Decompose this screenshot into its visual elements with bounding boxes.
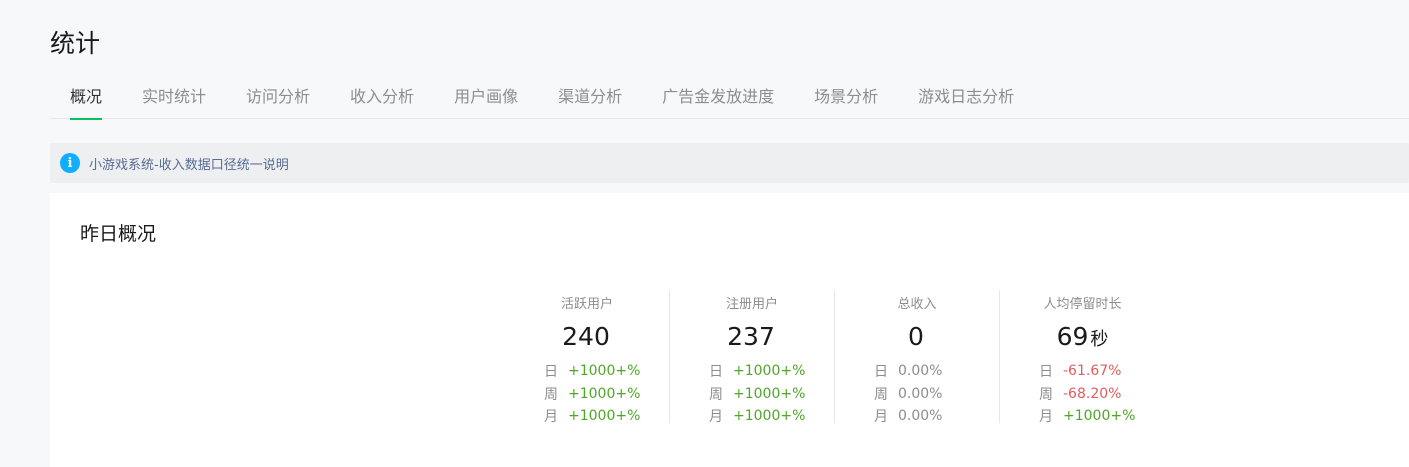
comparison-key: 月: [544, 409, 558, 426]
comparison-row-week: 周 -68.20%: [1000, 383, 1165, 406]
card-title: 昨日概况: [80, 223, 157, 245]
comparison-row-month: 月 +1000+%: [505, 405, 669, 428]
comparison-value: +1000+%: [733, 408, 806, 425]
comparison-value: +1000+%: [568, 363, 641, 380]
comparison-value: 0.00%: [898, 408, 943, 425]
page-title: 统计: [50, 29, 101, 58]
comparison-row-day: 日 +1000+%: [670, 360, 834, 383]
metric-value: 240: [562, 322, 610, 351]
comparison-value: +1000+%: [733, 385, 806, 402]
statistics-page: 统计 概况 实时统计 访问分析 收入分析 用户画像 渠道分析 广告金发放进度 场…: [0, 0, 1409, 467]
tab-overview[interactable]: 概况: [70, 76, 103, 120]
comparison-value: 0.00%: [898, 363, 943, 380]
tab-channel-analysis[interactable]: 渠道分析: [558, 76, 622, 119]
comparison-key: 月: [709, 409, 723, 426]
metric-value: 0: [908, 322, 924, 351]
comparison-row-week: 周 0.00%: [835, 383, 999, 406]
comparison-list: 日 -61.67% 周 -68.20% 月 +1000+%: [1000, 360, 1165, 428]
comparison-key: 周: [709, 386, 723, 403]
comparison-value: 0.00%: [898, 385, 943, 402]
comparison-key: 月: [1039, 409, 1053, 426]
comparison-row-week: 周 +1000+%: [505, 383, 669, 406]
metric-value: 237: [727, 322, 775, 351]
metric-label: 活跃用户: [560, 297, 613, 312]
tab-user-portrait[interactable]: 用户画像: [454, 76, 518, 119]
metric-label: 总收入: [897, 297, 937, 312]
metric-value: 69 秒: [1056, 322, 1109, 351]
comparison-key: 月: [874, 409, 888, 426]
metric-total-revenue: 总收入 0 日 0.00% 周 0.00% 月 0.00%: [835, 290, 1000, 425]
tab-realtime[interactable]: 实时统计: [142, 76, 206, 119]
metric-registered-users: 注册用户 237 日 +1000+% 周 +1000+% 月 +1000+%: [670, 290, 835, 425]
comparison-row-week: 周 +1000+%: [670, 383, 834, 406]
tab-bar: 概况 实时统计 访问分析 收入分析 用户画像 渠道分析 广告金发放进度 场景分析…: [50, 76, 1409, 120]
overview-card: 昨日概况 活跃用户 240 日 +1000+% 周 +1000+% 月 +100…: [50, 193, 1409, 467]
comparison-row-month: 月 +1000+%: [1000, 405, 1165, 428]
info-icon: i: [60, 153, 80, 173]
comparison-key: 日: [1039, 364, 1053, 381]
metrics-row: 活跃用户 240 日 +1000+% 周 +1000+% 月 +1000+% 注…: [505, 290, 1165, 425]
comparison-value: +1000+%: [568, 408, 641, 425]
comparison-value: +1000+%: [1063, 408, 1136, 425]
tab-scene-analysis[interactable]: 场景分析: [814, 76, 878, 119]
comparison-row-day: 日 -61.67%: [1000, 360, 1165, 383]
tab-visit-analysis[interactable]: 访问分析: [246, 76, 310, 119]
comparison-row-month: 月 0.00%: [835, 405, 999, 428]
comparison-value: +1000+%: [568, 385, 641, 402]
notice-bar: i 小游戏系统-收入数据口径统一说明: [50, 143, 1409, 183]
comparison-value: -68.20%: [1063, 385, 1122, 402]
comparison-row-day: 日 +1000+%: [505, 360, 669, 383]
comparison-list: 日 +1000+% 周 +1000+% 月 +1000+%: [505, 360, 669, 428]
comparison-key: 周: [544, 386, 558, 403]
comparison-value: +1000+%: [733, 363, 806, 380]
metric-avg-stay-duration: 人均停留时长 69 秒 日 -61.67% 周 -68.20% 月 +1000+%: [1000, 290, 1165, 425]
comparison-key: 周: [1039, 386, 1053, 403]
tab-ad-funds-progress[interactable]: 广告金发放进度: [662, 76, 774, 119]
tab-revenue-analysis[interactable]: 收入分析: [350, 76, 414, 119]
metric-label: 人均停留时长: [1043, 297, 1122, 312]
comparison-key: 日: [874, 364, 888, 381]
comparison-key: 日: [544, 364, 558, 381]
comparison-key: 周: [874, 386, 888, 403]
comparison-value: -61.67%: [1063, 363, 1122, 380]
metric-label: 注册用户: [725, 297, 778, 312]
tab-game-log-analysis[interactable]: 游戏日志分析: [918, 76, 1014, 119]
metric-active-users: 活跃用户 240 日 +1000+% 周 +1000+% 月 +1000+%: [505, 290, 670, 425]
comparison-row-month: 月 +1000+%: [670, 405, 834, 428]
comparison-list: 日 +1000+% 周 +1000+% 月 +1000+%: [670, 360, 834, 428]
notice-link[interactable]: 小游戏系统-收入数据口径统一说明: [89, 154, 289, 173]
comparison-list: 日 0.00% 周 0.00% 月 0.00%: [835, 360, 999, 428]
comparison-row-day: 日 0.00%: [835, 360, 999, 383]
comparison-key: 日: [709, 364, 723, 381]
